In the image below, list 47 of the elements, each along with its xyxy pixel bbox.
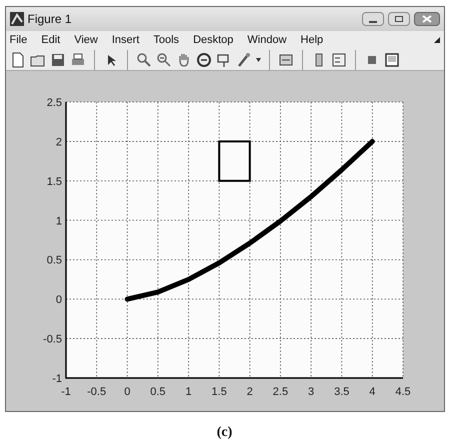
x-tick-label: 0: [124, 386, 130, 398]
menu-item[interactable]: Window: [247, 32, 287, 48]
menu-item[interactable]: File: [10, 32, 28, 48]
x-tick-label: 4: [368, 386, 375, 398]
menu-item[interactable]: Help: [300, 32, 324, 48]
menu-item[interactable]: Tools: [153, 32, 180, 48]
y-tick-label: 1.5: [46, 176, 62, 188]
y-tick-label: -0.5: [42, 334, 62, 346]
window-title: Figure 1: [28, 11, 72, 28]
minimize-button[interactable]: [362, 12, 384, 26]
menu-item[interactable]: Desktop: [193, 32, 234, 48]
y-tick-label: 1: [55, 215, 62, 228]
new-file-icon[interactable]: [10, 52, 26, 68]
y-tick-label: 2: [55, 136, 62, 148]
y-tick-label: -1: [52, 373, 62, 385]
print-icon[interactable]: [70, 52, 86, 68]
legend-icon[interactable]: [330, 52, 346, 68]
x-tick-label: -0.5: [86, 386, 106, 398]
maximize-button[interactable]: [388, 12, 410, 26]
menu-item[interactable]: Insert: [112, 32, 140, 48]
brush-icon[interactable]: [236, 52, 252, 68]
x-tick-label: 2: [246, 386, 252, 398]
y-tick-label: 2.5: [46, 97, 62, 109]
menu-item[interactable]: Edit: [41, 32, 60, 48]
rectangle-shape: [218, 140, 250, 182]
dock-arrow-icon[interactable]: [434, 37, 440, 43]
link-plot-icon[interactable]: [278, 52, 294, 68]
close-button[interactable]: [414, 12, 440, 26]
figure-caption: (c): [216, 424, 232, 442]
x-tick-label: 4.5: [394, 386, 410, 398]
x-tick-label: 1.5: [211, 386, 226, 398]
x-tick-label: 3.5: [334, 386, 349, 398]
zoom-in-icon[interactable]: [136, 52, 152, 68]
x-tick-label: -1: [60, 386, 70, 398]
y-tick-label: 0: [55, 294, 62, 306]
x-tick-label: 2.5: [272, 386, 288, 398]
zoom-out-icon[interactable]: [156, 52, 172, 68]
app-icon: [10, 12, 24, 26]
close-icon: [422, 15, 432, 23]
menu-item[interactable]: View: [74, 32, 98, 48]
x-tick-label: 3: [308, 386, 314, 398]
x-tick-label: 1: [184, 386, 192, 398]
y-tick-label: 0.5: [46, 254, 62, 267]
x-tick-label: 0.5: [150, 386, 166, 398]
show-tools-icon[interactable]: [384, 52, 400, 68]
save-icon[interactable]: [50, 52, 66, 68]
caret-icon[interactable]: [256, 58, 260, 62]
